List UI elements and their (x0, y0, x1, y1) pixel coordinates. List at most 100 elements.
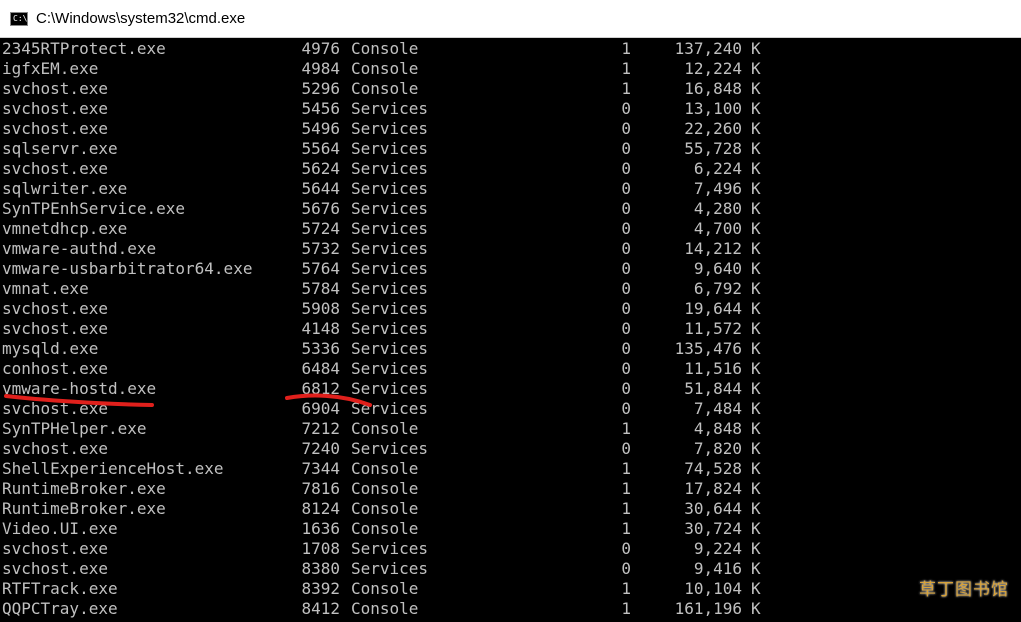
memory-unit: K (751, 79, 761, 98)
session-number: 0 (621, 99, 631, 118)
memory-unit: K (751, 559, 761, 578)
process-row: sqlservr.exe 5564 Services 0 55,728 K (0, 139, 1021, 159)
process-name: mysqld.exe (2, 339, 99, 358)
memory-unit: K (751, 579, 761, 598)
process-pid: 5296 (301, 79, 340, 98)
memory-unit: K (751, 419, 761, 438)
process-row: mysqld.exe 5336 Services 0 135,476 K (0, 339, 1021, 359)
process-row: svchost.exe 5296 Console 1 16,848 K (0, 79, 1021, 99)
memory-usage: 17,824 (684, 479, 742, 498)
process-row: RTFTrack.exe 8392 Console 1 10,104 K (0, 579, 1021, 599)
process-row: svchost.exe 4148 Services 0 11,572 K (0, 319, 1021, 339)
memory-usage: 9,224 (693, 539, 742, 558)
process-pid: 4976 (301, 39, 340, 58)
memory-usage: 161,196 (674, 599, 742, 618)
session-name: Services (351, 439, 429, 458)
session-number: 1 (621, 519, 631, 538)
session-number: 1 (621, 599, 631, 618)
session-name: Services (351, 539, 429, 558)
process-pid: 8124 (301, 499, 340, 518)
memory-unit: K (751, 99, 761, 118)
process-name: sqlservr.exe (2, 139, 118, 158)
process-row: svchost.exe 7240 Services 0 7,820 K (0, 439, 1021, 459)
memory-unit: K (751, 179, 761, 198)
memory-usage: 7,484 (693, 399, 742, 418)
window-titlebar[interactable]: C:\ C:\Windows\system32\cmd.exe (0, 0, 1021, 38)
memory-usage: 7,496 (693, 179, 742, 198)
console-output[interactable]: 2345RTProtect.exe 4976 Console 1 137,240 Kigf… (0, 38, 1021, 622)
process-name: conhost.exe (2, 359, 108, 378)
session-number: 0 (621, 279, 631, 298)
memory-usage: 19,644 (684, 299, 742, 318)
process-name: vmnetdhcp.exe (2, 219, 128, 238)
process-pid: 4148 (301, 319, 340, 338)
process-name: svchost.exe (2, 439, 108, 458)
session-name: Services (351, 179, 429, 198)
memory-usage: 30,724 (684, 519, 742, 538)
process-name: svchost.exe (2, 559, 108, 578)
memory-usage: 74,528 (684, 459, 742, 478)
process-pid: 5336 (301, 339, 340, 358)
session-name: Services (351, 279, 429, 298)
session-number: 0 (621, 379, 631, 398)
session-name: Services (351, 139, 429, 158)
session-number: 0 (621, 559, 631, 578)
session-number: 0 (621, 139, 631, 158)
process-pid: 4984 (301, 59, 340, 78)
window-title: C:\Windows\system32\cmd.exe (36, 10, 246, 27)
memory-usage: 22,260 (684, 119, 742, 138)
session-name: Console (351, 519, 419, 538)
process-row: svchost.exe 5456 Services 0 13,100 K (0, 99, 1021, 119)
session-name: Console (351, 579, 419, 598)
memory-unit: K (751, 319, 761, 338)
process-pid: 7344 (301, 459, 340, 478)
session-name: Services (351, 319, 429, 338)
process-row: sqlwriter.exe 5644 Services 0 7,496 K (0, 179, 1021, 199)
memory-usage: 9,640 (693, 259, 742, 278)
session-number: 0 (621, 239, 631, 258)
session-number: 0 (621, 319, 631, 338)
process-name: vmnat.exe (2, 279, 89, 298)
process-pid: 6484 (301, 359, 340, 378)
session-number: 1 (621, 419, 631, 438)
process-row: vmware-hostd.exe 6812 Services 0 51,844 K (0, 379, 1021, 399)
process-row: svchost.exe 5496 Services 0 22,260 K (0, 119, 1021, 139)
memory-unit: K (751, 259, 761, 278)
process-name: svchost.exe (2, 319, 108, 338)
session-name: Services (351, 99, 429, 118)
process-name: RuntimeBroker.exe (2, 499, 166, 518)
process-pid: 5764 (301, 259, 340, 278)
session-number: 0 (621, 299, 631, 318)
memory-usage: 4,700 (693, 219, 742, 238)
session-number: 1 (621, 59, 631, 78)
memory-usage: 7,820 (693, 439, 742, 458)
memory-unit: K (751, 499, 761, 518)
session-name: Services (351, 339, 429, 358)
process-row: igfxEM.exe 4984 Console 1 12,224 K (0, 59, 1021, 79)
memory-unit: K (751, 359, 761, 378)
cmd-console-icon: C:\ (10, 11, 28, 26)
process-name: svchost.exe (2, 159, 108, 178)
session-name: Console (351, 59, 419, 78)
process-name: vmware-usbarbitrator64.exe (2, 259, 253, 278)
session-name: Services (351, 559, 429, 578)
memory-unit: K (751, 399, 761, 418)
memory-unit: K (751, 119, 761, 138)
process-name: svchost.exe (2, 79, 108, 98)
process-pid: 6904 (301, 399, 340, 418)
process-pid: 5624 (301, 159, 340, 178)
process-name: QQPCTray.exe (2, 599, 118, 618)
session-number: 0 (621, 219, 631, 238)
process-name: svchost.exe (2, 299, 108, 318)
session-name: Services (351, 299, 429, 318)
process-name: sqlwriter.exe (2, 179, 128, 198)
memory-unit: K (751, 339, 761, 358)
session-name: Console (351, 499, 419, 518)
process-pid: 5644 (301, 179, 340, 198)
session-number: 0 (621, 439, 631, 458)
memory-usage: 51,844 (684, 379, 742, 398)
session-name: Console (351, 419, 419, 438)
memory-usage: 6,792 (693, 279, 742, 298)
process-row: 2345RTProtect.exe 4976 Console 1 137,240 K (0, 39, 1021, 59)
process-pid: 5564 (301, 139, 340, 158)
